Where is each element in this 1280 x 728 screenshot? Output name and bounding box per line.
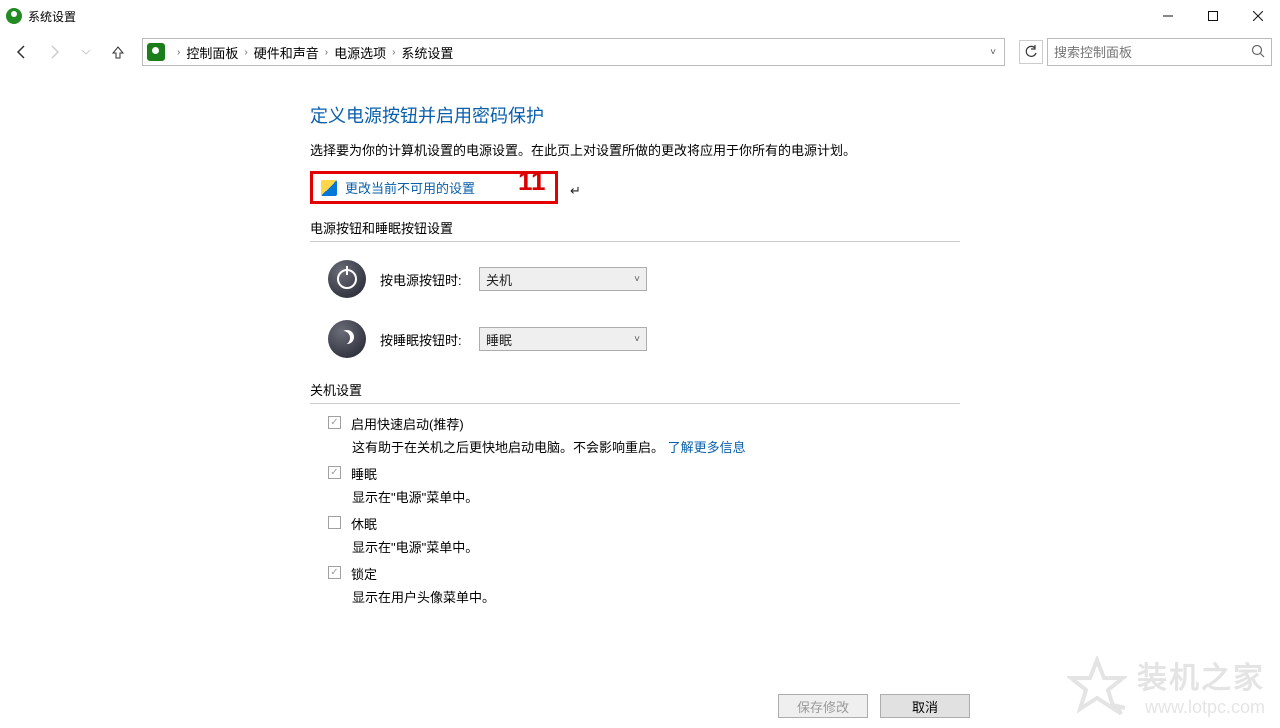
sleep-button-row: 按睡眠按钮时: 睡眠 ˅ <box>328 320 960 358</box>
lock-checkbox-label: 锁定 <box>351 564 377 583</box>
section-power-button-settings: 电源按钮和睡眠按钮设置 <box>310 218 960 242</box>
search-icon[interactable] <box>1251 44 1265 61</box>
watermark-url: www.lotpc.com <box>1137 697 1265 718</box>
annotation-number: 11 <box>518 166 546 197</box>
breadcrumb-system-settings[interactable]: 系统设置 <box>401 43 453 62</box>
back-button[interactable] <box>8 38 36 66</box>
main-content: 定义电源按钮并启用密码保护 选择要为你的计算机设置的电源设置。在此页上对设置所做… <box>0 72 980 678</box>
power-button-select[interactable]: 关机 ˅ <box>479 267 647 291</box>
recent-locations-dropdown[interactable] <box>72 38 100 66</box>
search-box[interactable] <box>1047 38 1272 66</box>
star-icon <box>1067 656 1127 716</box>
fast-startup-desc-text: 这有助于在关机之后更快地启动电脑。不会影响重启。 <box>352 440 664 455</box>
section-shutdown-settings: 关机设置 <box>310 380 960 404</box>
watermark: 装机之家 www.lotpc.com <box>1067 653 1265 718</box>
location-icon <box>147 43 165 61</box>
chevron-right-icon: › <box>238 47 253 58</box>
forward-button[interactable] <box>40 38 68 66</box>
change-unavailable-settings-link[interactable]: 更改当前不可用的设置 <box>345 178 475 197</box>
fast-startup-checkbox[interactable] <box>328 416 341 429</box>
save-button[interactable]: 保存修改 <box>778 694 868 718</box>
power-icon <box>328 260 366 298</box>
breadcrumb-power-options[interactable]: 电源选项 <box>334 43 386 62</box>
page-title: 定义电源按钮并启用密码保护 <box>310 102 960 128</box>
uac-shield-icon <box>321 180 337 196</box>
address-bar-right: ˅ <box>984 47 1002 58</box>
sleep-checkbox[interactable] <box>328 466 341 479</box>
breadcrumb-control-panel[interactable]: 控制面板 <box>186 43 238 62</box>
breadcrumb: › 控制面板 › 硬件和声音 › 电源选项 › 系统设置 <box>171 43 453 62</box>
hibernate-checkbox[interactable] <box>328 516 341 529</box>
power-button-label: 按电源按钮时: <box>380 270 465 289</box>
chevron-right-icon: › <box>319 47 334 58</box>
minimize-button[interactable] <box>1145 0 1190 32</box>
moon-icon <box>328 320 366 358</box>
lock-checkbox[interactable] <box>328 566 341 579</box>
title-bar: 系统设置 <box>0 0 1280 32</box>
chevron-down-icon[interactable]: ˅ <box>984 47 1002 58</box>
fast-startup-label: 启用快速启动(推荐) <box>351 414 464 433</box>
refresh-button[interactable] <box>1019 40 1043 64</box>
search-input[interactable] <box>1054 45 1251 60</box>
power-button-value: 关机 <box>486 270 512 289</box>
app-icon <box>6 8 22 24</box>
watermark-text: 装机之家 <box>1137 653 1265 697</box>
maximize-button[interactable] <box>1190 0 1235 32</box>
breadcrumb-hardware-sound[interactable]: 硬件和声音 <box>254 43 319 62</box>
cursor-icon: ↵ <box>570 183 581 199</box>
window-title: 系统设置 <box>28 8 76 25</box>
hibernate-checkbox-label: 休眠 <box>351 514 377 533</box>
chevron-right-icon: › <box>386 47 401 58</box>
chevron-down-icon: ˅ <box>634 334 640 345</box>
sleep-button-select[interactable]: 睡眠 ˅ <box>479 327 647 351</box>
window-controls <box>1145 0 1280 32</box>
navigation-bar: › 控制面板 › 硬件和声音 › 电源选项 › 系统设置 ˅ <box>0 32 1280 72</box>
learn-more-link[interactable]: 了解更多信息 <box>668 440 746 455</box>
chevron-down-icon: ˅ <box>634 274 640 285</box>
sleep-checkbox-label: 睡眠 <box>351 464 377 483</box>
fast-startup-description: 这有助于在关机之后更快地启动电脑。不会影响重启。 了解更多信息 <box>352 437 960 456</box>
titlebar-left: 系统设置 <box>6 8 76 25</box>
sleep-button-label: 按睡眠按钮时: <box>380 330 465 349</box>
sleep-description: 显示在"电源"菜单中。 <box>352 487 960 506</box>
lock-description: 显示在用户头像菜单中。 <box>352 587 960 606</box>
chevron-right-icon: › <box>171 47 186 58</box>
footer-buttons: 保存修改 取消 <box>778 694 970 718</box>
close-button[interactable] <box>1235 0 1280 32</box>
sleep-button-value: 睡眠 <box>486 330 512 349</box>
address-bar[interactable]: › 控制面板 › 硬件和声音 › 电源选项 › 系统设置 ˅ <box>142 38 1005 66</box>
page-description: 选择要为你的计算机设置的电源设置。在此页上对设置所做的更改将应用于你所有的电源计… <box>310 140 960 159</box>
power-button-row: 按电源按钮时: 关机 ˅ <box>328 260 960 298</box>
hibernate-description: 显示在"电源"菜单中。 <box>352 537 960 556</box>
up-button[interactable] <box>104 38 132 66</box>
cancel-button[interactable]: 取消 <box>880 694 970 718</box>
